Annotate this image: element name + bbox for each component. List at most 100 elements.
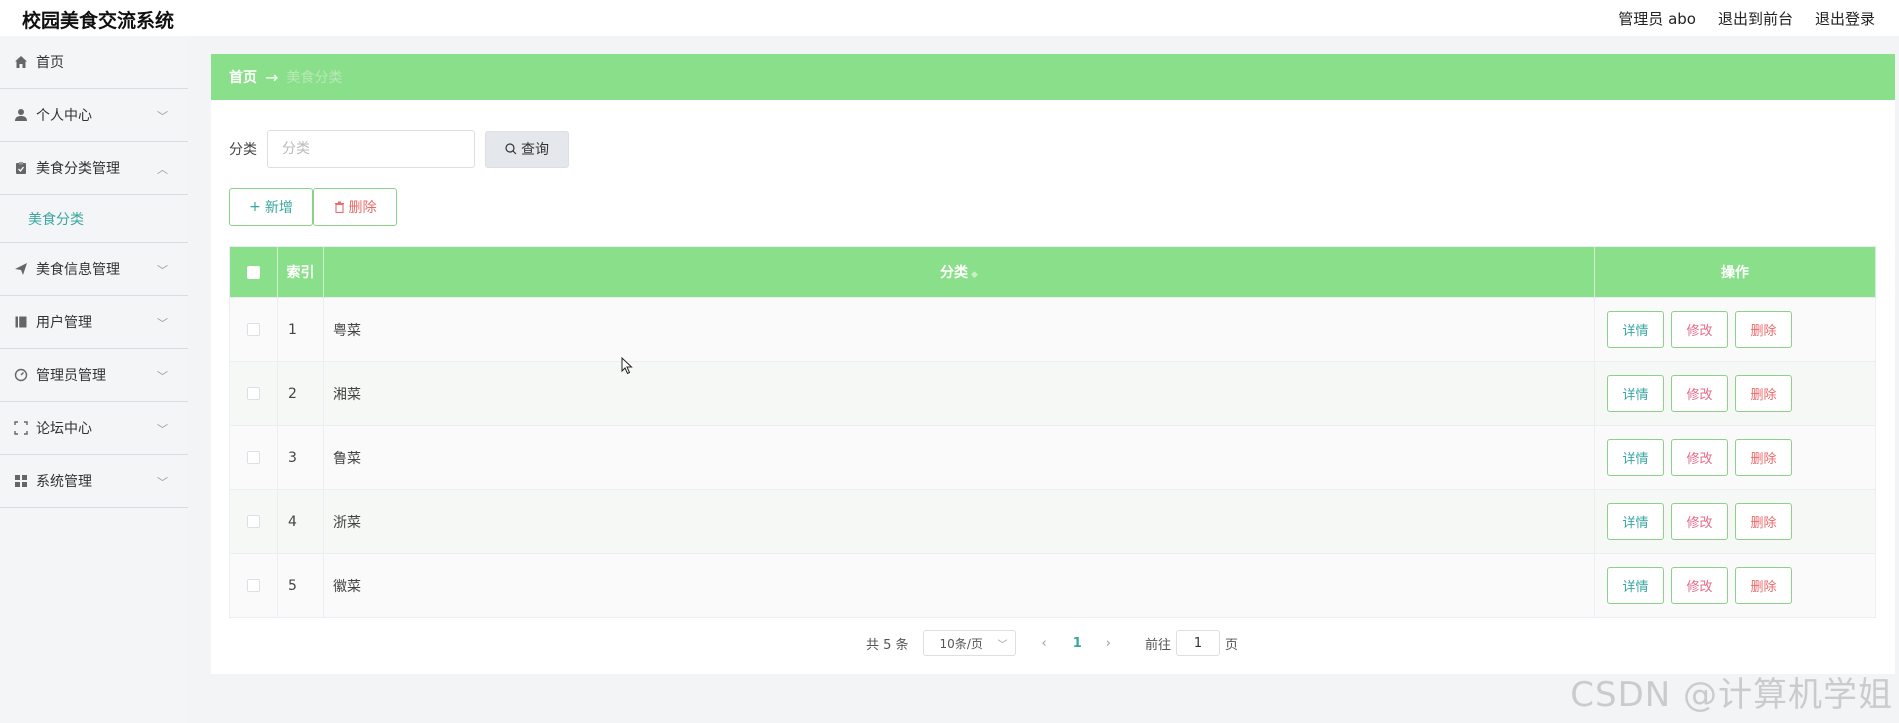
sidebar-item-label: 首页 (36, 55, 64, 71)
row-category: 浙菜 (323, 489, 1595, 554)
detail-button[interactable]: 详情 (1607, 311, 1664, 348)
row-checkbox[interactable] (247, 515, 260, 528)
chevron-down-icon: ﹀ (997, 640, 1008, 651)
table-row: 2 湘菜 详情 修改 删除 (229, 361, 1876, 426)
book-icon (13, 315, 28, 330)
category-table: 索引 分类 ◆ 操作 1 粤菜 详情 修改 删除 2 湘菜 详情 修改 删除 3… (229, 246, 1876, 618)
exit-to-front-link[interactable]: 退出到前台 (1718, 8, 1793, 29)
chevron-down-icon: ﹀ (157, 110, 168, 123)
add-button-label: 新增 (264, 200, 293, 216)
header-operation: 操作 (1594, 246, 1876, 298)
sidebar-item-forum-center[interactable]: 论坛中心 ﹀ (0, 402, 188, 455)
row-category: 湘菜 (323, 361, 1595, 426)
table-row: 1 粤菜 详情 修改 删除 (229, 297, 1876, 362)
goto-page-input[interactable] (1176, 630, 1221, 656)
row-checkbox[interactable] (247, 579, 260, 592)
detail-button[interactable]: 详情 (1607, 375, 1664, 412)
row-category: 鲁菜 (323, 425, 1595, 490)
top-bar: 校园美食交流系统 管理员 abo 退出到前台 退出登录 (0, 0, 1899, 36)
clipboard-icon (13, 161, 28, 176)
sidebar-item-admin-management[interactable]: 管理员管理 ﹀ (0, 349, 188, 402)
user-icon (13, 108, 28, 123)
search-button[interactable]: 查询 (485, 130, 569, 168)
delete-button-label: 删除 (348, 200, 377, 216)
header-category-label: 分类 (940, 265, 969, 281)
sidebar-item-user-management[interactable]: 用户管理 ﹀ (0, 296, 188, 349)
edit-button[interactable]: 修改 (1671, 439, 1728, 476)
select-all-cell (229, 246, 278, 298)
select-all-checkbox[interactable] (247, 265, 260, 279)
detail-button[interactable]: 详情 (1607, 439, 1664, 476)
chevron-down-icon: ﹀ (157, 423, 168, 436)
table-header-row: 索引 分类 ◆ 操作 (229, 246, 1876, 298)
pagination-total: 共 5 条 (866, 637, 909, 653)
row-index: 5 (277, 553, 324, 618)
logout-link[interactable]: 退出登录 (1815, 8, 1875, 29)
fullscreen-icon (13, 421, 28, 436)
current-page[interactable]: 1 (1073, 636, 1082, 651)
add-button[interactable]: + 新增 (229, 188, 313, 226)
header-actions: 管理员 abo 退出到前台 退出登录 (1618, 8, 1875, 29)
sidebar-item-label: 美食信息管理 (36, 262, 120, 278)
header-category[interactable]: 分类 ◆ (323, 246, 1595, 298)
row-index: 3 (277, 425, 324, 490)
pagination: 共 5 条 10条/页 ﹀ ‹ 1 › 前往 页 (866, 630, 1238, 656)
row-index: 4 (277, 489, 324, 554)
table-row: 3 鲁菜 详情 修改 删除 (229, 425, 1876, 490)
sidebar-item-system-management[interactable]: 系统管理 ﹀ (0, 455, 188, 508)
goto-label: 前往 (1145, 637, 1172, 653)
row-checkbox[interactable] (247, 451, 260, 464)
sidebar-item-label: 用户管理 (36, 315, 92, 331)
delete-button[interactable]: 删除 (1735, 567, 1792, 604)
row-index: 2 (277, 361, 324, 426)
delete-button[interactable]: 删除 (1735, 439, 1792, 476)
row-category: 徽菜 (323, 553, 1595, 618)
batch-delete-button[interactable]: 删除 (313, 188, 397, 226)
chevron-down-icon: ﹀ (157, 476, 168, 489)
sidebar: 首页 个人中心 ﹀ 美食分类管理 ︿ 美食分类 美食信息管理 ﹀ 用户管理 ﹀ … (0, 36, 188, 723)
sidebar-item-label: 美食分类管理 (36, 161, 120, 177)
send-icon (13, 262, 28, 277)
row-index: 1 (277, 297, 324, 362)
sidebar-item-food-info-management[interactable]: 美食信息管理 ﹀ (0, 243, 188, 296)
page-size-value: 10条/页 (939, 636, 983, 651)
grid-icon (13, 474, 28, 489)
sort-icon[interactable]: ◆ (971, 270, 978, 280)
chevron-down-icon: ﹀ (157, 370, 168, 383)
detail-button[interactable]: 详情 (1607, 503, 1664, 540)
row-checkbox[interactable] (247, 323, 260, 336)
main-content: 首页 → 美食分类 分类 查询 + 新增 删除 索引 分类◆ (211, 54, 1895, 674)
detail-button[interactable]: 详情 (1607, 567, 1664, 604)
page-unit-label: 页 (1225, 637, 1239, 653)
next-page-button[interactable]: › (1106, 636, 1111, 651)
row-checkbox[interactable] (247, 387, 260, 400)
home-icon (13, 55, 28, 70)
breadcrumb: 首页 → 美食分类 (211, 54, 1895, 100)
sidebar-item-label: 论坛中心 (36, 421, 92, 437)
search-button-label: 查询 (521, 142, 549, 158)
chevron-down-icon: ﹀ (157, 317, 168, 330)
edit-button[interactable]: 修改 (1671, 503, 1728, 540)
sidebar-subitem-food-category[interactable]: 美食分类 (0, 195, 188, 243)
admin-user-label[interactable]: 管理员 abo (1618, 8, 1696, 29)
edit-button[interactable]: 修改 (1671, 567, 1728, 604)
search-icon (505, 143, 517, 155)
breadcrumb-home[interactable]: 首页 (229, 67, 257, 87)
edit-button[interactable]: 修改 (1671, 375, 1728, 412)
app-title: 校园美食交流系统 (22, 10, 175, 32)
delete-button[interactable]: 删除 (1735, 503, 1792, 540)
action-row: + 新增 删除 (229, 188, 397, 226)
page-size-select[interactable]: 10条/页 ﹀ (922, 630, 1016, 656)
row-category: 粤菜 (323, 297, 1595, 362)
chevron-down-icon: ﹀ (157, 264, 168, 277)
watermark: CSDN @计算机学姐 (1570, 675, 1893, 715)
delete-button[interactable]: 删除 (1735, 311, 1792, 348)
sidebar-item-food-category-management[interactable]: 美食分类管理 ︿ (0, 142, 188, 195)
edit-button[interactable]: 修改 (1671, 311, 1728, 348)
sidebar-item-home[interactable]: 首页 (0, 36, 188, 89)
search-row: 分类 查询 (229, 130, 569, 168)
category-search-input[interactable] (267, 130, 475, 168)
prev-page-button[interactable]: ‹ (1042, 636, 1047, 651)
sidebar-item-personal-center[interactable]: 个人中心 ﹀ (0, 89, 188, 142)
delete-button[interactable]: 删除 (1735, 375, 1792, 412)
